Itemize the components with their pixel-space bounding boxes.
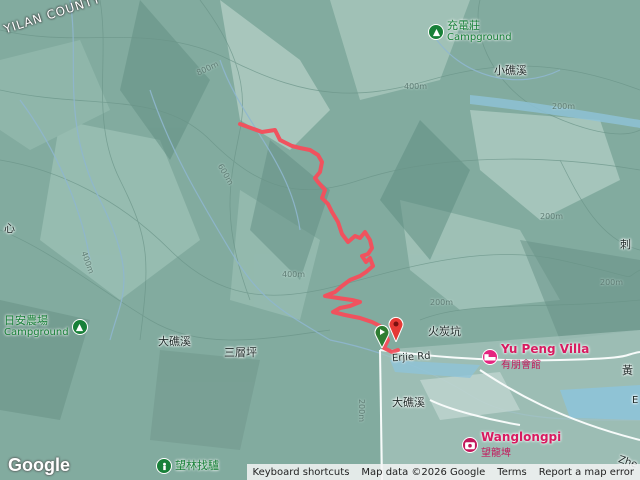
elevation-label: 400m: [282, 270, 306, 279]
place-label-huang: 黃: [622, 364, 633, 377]
road-label-e: E: [632, 395, 639, 406]
poi-name: Yu Peng Villa: [501, 342, 590, 356]
place-label-huotan: 火炭坑: [428, 325, 461, 338]
poi-wanglongpi[interactable]: Wanglongpi 望龍埤: [462, 430, 561, 459]
elevation-label: 200m: [600, 278, 624, 287]
map-data-text: Map data ©2026 Google: [361, 466, 486, 478]
place-label-datan: 大礁溪: [158, 335, 191, 348]
end-pin-icon[interactable]: [388, 316, 404, 346]
elevation-label: 200m: [357, 398, 367, 423]
poi-yupeng-villa[interactable]: Yu Peng Villa 有朋會館: [482, 342, 589, 371]
poi-sub: 有朋會館: [501, 360, 541, 371]
place-label-datan-right: 大礁溪: [392, 396, 425, 409]
poi-sub: Campground: [4, 327, 69, 338]
place-label-xiaotan: 小礁溪: [494, 64, 527, 77]
place-label-sanceng: 三層坪: [224, 346, 257, 359]
campground-icon: [71, 319, 88, 335]
report-error-link[interactable]: Report a map error: [533, 467, 640, 478]
place-label-xin: 心: [4, 222, 15, 235]
camera-icon: [462, 436, 478, 453]
poi-rian-campground[interactable]: 日安農場 Campground: [4, 315, 88, 339]
poi-name: Wanglongpi: [481, 430, 562, 444]
elevation-label: 200m: [540, 212, 564, 221]
road-label-erjie: Erjie Rd: [391, 350, 431, 365]
elevation-label: 200m: [552, 102, 576, 111]
terrain-map[interactable]: [0, 0, 640, 480]
keyboard-shortcuts-link[interactable]: Keyboard shortcuts: [247, 467, 356, 478]
attribution-bar: Keyboard shortcuts Map data ©2026 Google…: [246, 464, 640, 480]
elevation-label: 200m: [430, 298, 454, 307]
terms-link[interactable]: Terms: [491, 467, 532, 478]
place-label-ci: 刺: [620, 238, 631, 251]
bed-icon: [482, 348, 498, 365]
poi-wanglin[interactable]: 望林找驢: [156, 458, 219, 474]
poi-name: 望林找驢: [175, 459, 219, 472]
campground-icon: [428, 24, 444, 40]
person-icon: [156, 458, 172, 474]
poi-name: 充電莊: [447, 19, 480, 32]
poi-sub: 望龍埤: [481, 448, 511, 459]
poi-name: 日安農場: [4, 314, 48, 327]
elevation-label: 400m: [404, 82, 428, 91]
poi-sub: Campground: [447, 32, 512, 43]
google-logo: Google: [8, 455, 70, 475]
poi-chongdian-campground[interactable]: 充電莊 Campground: [428, 20, 512, 44]
